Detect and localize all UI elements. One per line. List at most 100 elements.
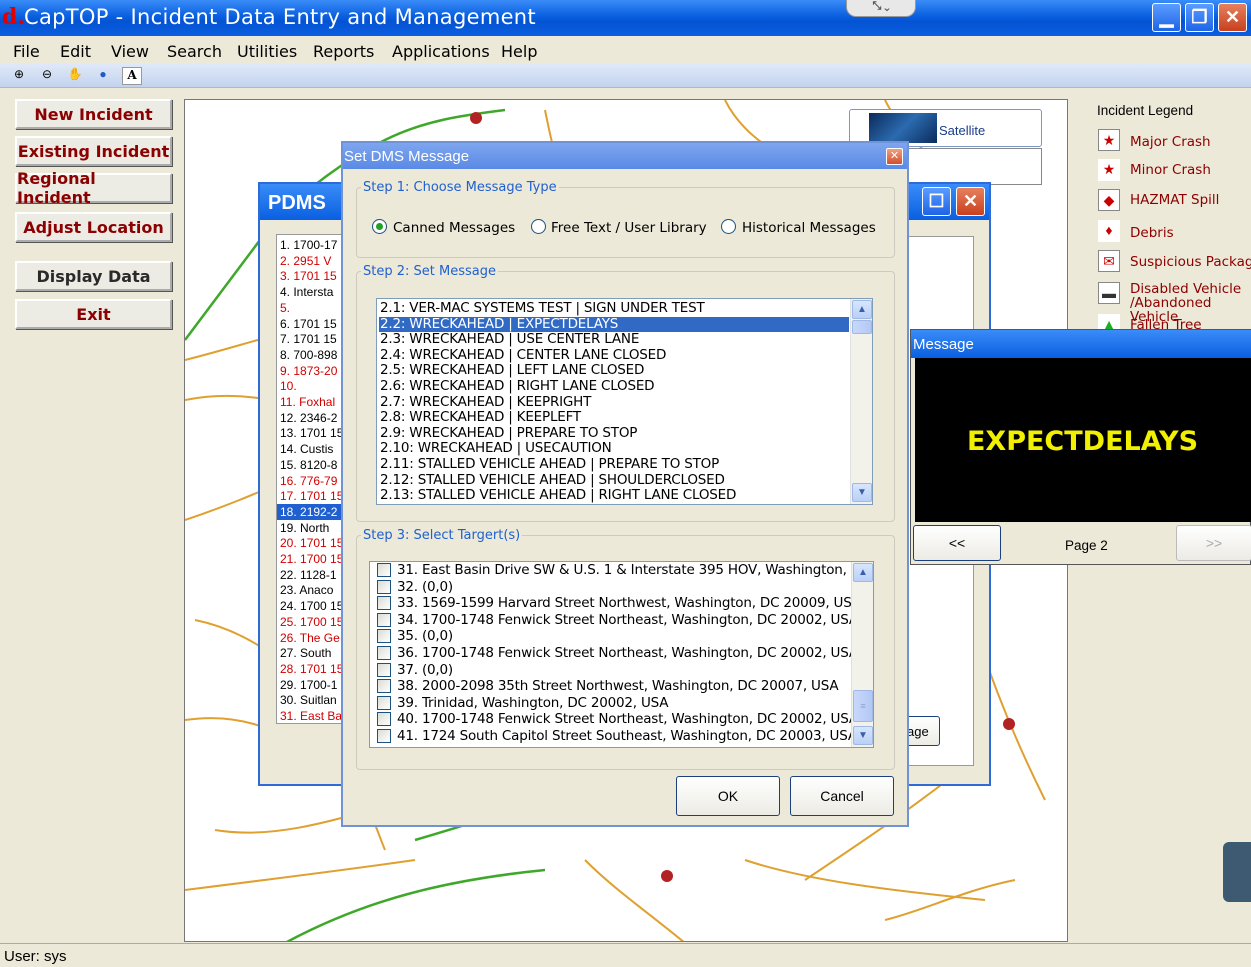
pdms-list-item[interactable]: 13. 1701 15: [280, 425, 343, 441]
pdms-list-item[interactable]: 9. 1873-20: [280, 363, 337, 379]
target-label[interactable]: 41. 1724 South Capitol Street Southeast,…: [397, 728, 857, 745]
message-list-item[interactable]: 2.9: WRECKAHEAD | PREPARE TO STOP: [379, 425, 849, 442]
zoom-in-icon[interactable]: ⊕: [9, 67, 29, 85]
target-row[interactable]: 37. (0,0): [370, 662, 852, 679]
pdms-list-item[interactable]: 23. Anaco: [280, 582, 333, 598]
target-scroll-up-icon[interactable]: ▲: [853, 563, 873, 582]
target-listbox[interactable]: 31. East Basin Drive SW & U.S. 1 & Inter…: [369, 561, 874, 748]
target-row[interactable]: 41. 1724 South Capitol Street Southeast,…: [370, 728, 857, 745]
message-listbox[interactable]: 2.1: VER-MAC SYSTEMS TEST | SIGN UNDER T…: [376, 298, 873, 505]
ok-button[interactable]: OK: [676, 776, 780, 816]
target-label[interactable]: 40. 1700-1748 Fenwick Street Northeast, …: [397, 711, 858, 728]
pdms-side-button[interactable]: age: [906, 716, 940, 746]
pdms-list-item[interactable]: 6. 1701 15: [280, 316, 337, 332]
target-row[interactable]: 39. Trinidad, Washington, DC 20002, USA: [370, 695, 852, 712]
pdms-list-item[interactable]: 29. 1700-1: [280, 677, 337, 693]
regional-incident-button[interactable]: Regional Incident: [15, 169, 172, 207]
target-row[interactable]: 32. (0,0): [370, 579, 852, 596]
target-checkbox[interactable]: [377, 729, 391, 743]
pdms-list-item[interactable]: 21. 1700 15: [280, 551, 343, 567]
menu-reports[interactable]: Reports: [313, 42, 374, 61]
target-label[interactable]: 32. (0,0): [397, 579, 453, 596]
message-list-item[interactable]: 2.13: STALLED VEHICLE AHEAD | RIGHT LANE…: [379, 488, 849, 504]
display-data-button[interactable]: Display Data: [15, 261, 172, 291]
target-label[interactable]: 35. (0,0): [397, 628, 453, 645]
message-list-item[interactable]: 2.12: STALLED VEHICLE AHEAD | SHOULDERCL…: [379, 472, 849, 489]
pdms-list-item[interactable]: 15. 8120-8: [280, 457, 337, 473]
scroll-thumb[interactable]: [852, 320, 872, 334]
target-label[interactable]: 36. 1700-1748 Fenwick Street Northeast, …: [397, 645, 858, 662]
radio-canned-messages[interactable]: [372, 219, 387, 234]
next-page-button[interactable]: >>: [1176, 525, 1251, 561]
pdms-list-item[interactable]: 5.: [280, 300, 290, 316]
pdms-list-item[interactable]: 11. Foxhal: [280, 394, 335, 410]
pdms-list-item[interactable]: 20. 1701 15: [280, 535, 343, 551]
target-row[interactable]: 33. 1569-1599 Harvard Street Northwest, …: [370, 595, 861, 612]
scroll-down-icon[interactable]: ▼: [852, 483, 872, 502]
pdms-list-item[interactable]: 27. South: [280, 645, 331, 661]
adjust-location-button[interactable]: Adjust Location: [15, 212, 172, 242]
target-scroll-down-icon[interactable]: ▼: [853, 726, 873, 745]
menu-view[interactable]: View: [111, 42, 149, 61]
radio-free-text-label[interactable]: Free Text / User Library: [551, 220, 707, 236]
target-row[interactable]: 31. East Basin Drive SW & U.S. 1 & Inter…: [370, 562, 870, 579]
pdms-list-item[interactable]: 31. East Ba: [280, 708, 342, 723]
menu-help[interactable]: Help: [501, 42, 537, 61]
side-panel-tab[interactable]: [1223, 842, 1251, 902]
target-label[interactable]: 39. Trinidad, Washington, DC 20002, USA: [397, 695, 669, 712]
pdms-list-item[interactable]: 2. 2951 V: [280, 253, 331, 269]
radio-historical-label[interactable]: Historical Messages: [742, 220, 876, 236]
target-checkbox[interactable]: [377, 563, 391, 577]
pdms-list-item[interactable]: 26. The Ge: [280, 630, 340, 646]
menu-file[interactable]: File: [13, 42, 40, 61]
target-row[interactable]: 40. 1700-1748 Fenwick Street Northeast, …: [370, 711, 858, 728]
prev-page-button[interactable]: <<: [913, 525, 1001, 561]
pan-hand-icon[interactable]: ✋: [65, 67, 85, 85]
radio-free-text[interactable]: [531, 219, 546, 234]
target-label[interactable]: 34. 1700-1748 Fenwick Street Northeast, …: [397, 612, 858, 629]
target-checkbox[interactable]: [377, 646, 391, 660]
target-checkbox[interactable]: [377, 579, 391, 594]
target-scrollbar[interactable]: ▲ ≡ ▼: [851, 562, 873, 747]
radio-canned-label[interactable]: Canned Messages: [393, 220, 515, 236]
pdms-list-item[interactable]: 16. 776-79: [280, 473, 337, 489]
target-checkbox[interactable]: [377, 629, 391, 644]
message-list-item[interactable]: 2.8: WRECKAHEAD | KEEPLEFT: [379, 410, 849, 426]
pdms-list-item[interactable]: 28. 1701 15: [280, 661, 343, 677]
text-tool-icon[interactable]: A: [122, 67, 142, 85]
pdms-list-item[interactable]: 12. 2346-2: [280, 410, 337, 426]
close-button[interactable]: ✕: [1218, 3, 1247, 32]
target-checkbox[interactable]: [377, 695, 391, 710]
message-list-item[interactable]: 2.5: WRECKAHEAD | LEFT LANE CLOSED: [379, 363, 849, 379]
target-checkbox[interactable]: [377, 612, 391, 627]
message-list-item[interactable]: 2.1: VER-MAC SYSTEMS TEST | SIGN UNDER T…: [379, 300, 849, 317]
pdms-list-item[interactable]: 3. 1701 15: [280, 268, 337, 284]
target-label[interactable]: 33. 1569-1599 Harvard Street Northwest, …: [397, 595, 861, 612]
pdms-list-item[interactable]: 8. 700-898: [280, 347, 337, 363]
existing-incident-button[interactable]: Existing Incident: [15, 136, 172, 166]
pdms-list-item[interactable]: 22. 1128-1: [280, 567, 337, 583]
target-row[interactable]: 36. 1700-1748 Fenwick Street Northeast, …: [370, 645, 858, 662]
target-scroll-thumb[interactable]: ≡: [853, 690, 873, 722]
zoom-out-icon[interactable]: ⊖: [37, 67, 57, 85]
cancel-button[interactable]: Cancel: [790, 776, 894, 816]
pdms-close-button[interactable]: ✕: [956, 187, 985, 216]
message-scrollbar[interactable]: ▲ ▼: [850, 299, 872, 504]
pdms-list-item[interactable]: 17. 1701 15: [280, 488, 343, 504]
pdms-list-item[interactable]: 10.: [280, 378, 297, 394]
menu-edit[interactable]: Edit: [60, 42, 91, 61]
menu-applications[interactable]: Applications: [392, 42, 490, 61]
pdms-list-item[interactable]: 1. 1700-17: [280, 237, 337, 253]
exit-button[interactable]: Exit: [15, 299, 172, 329]
pdms-maximize-button[interactable]: ☐: [922, 187, 951, 216]
menu-utilities[interactable]: Utilities: [237, 42, 297, 61]
pdms-list-item[interactable]: 4. Intersta: [280, 284, 333, 300]
message-list-item[interactable]: 2.4: WRECKAHEAD | CENTER LANE CLOSED: [379, 347, 849, 364]
scroll-up-icon[interactable]: ▲: [852, 300, 872, 319]
dms-close-button[interactable]: ✕: [886, 148, 903, 165]
pdms-list-item[interactable]: 25. 1700 15: [280, 614, 343, 630]
window-tab-handle[interactable]: ⤡ ⌄: [846, 0, 916, 17]
pdms-list-item[interactable]: 14. Custis: [280, 441, 333, 457]
target-label[interactable]: 38. 2000-2098 35th Street Northwest, Was…: [397, 678, 839, 695]
message-list-item[interactable]: 2.3: WRECKAHEAD | USE CENTER LANE: [379, 332, 849, 348]
